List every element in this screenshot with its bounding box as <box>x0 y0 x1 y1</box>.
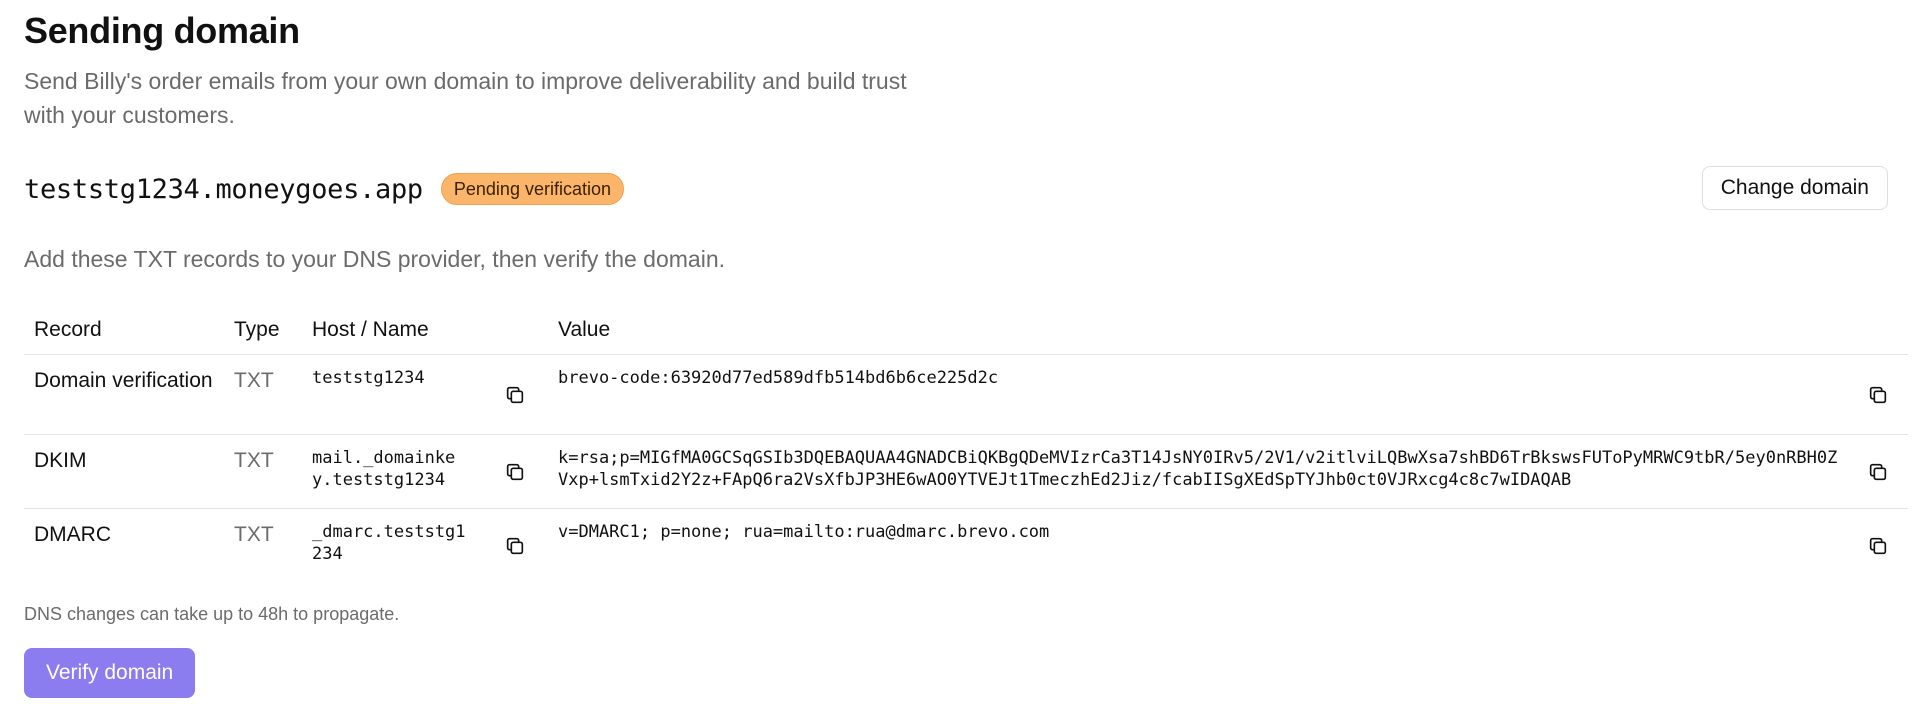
column-header-value: Value <box>548 306 1848 355</box>
record-host: teststg1234 <box>302 354 482 435</box>
status-badge: Pending verification <box>440 173 624 205</box>
record-name: Domain verification <box>24 354 224 435</box>
copy-icon <box>506 463 524 481</box>
copy-icon <box>1869 386 1887 404</box>
verify-domain-button[interactable]: Verify domain <box>24 648 196 698</box>
sending-domain-page: Sending domain Send Billy's order emails… <box>0 0 1920 711</box>
copy-host-button[interactable] <box>500 531 530 561</box>
record-value: v=DMARC1; p=none; rua=mailto:rua@dmarc.b… <box>558 522 1050 542</box>
dns-records-table: Record Type Host / Name Value Domain ver… <box>24 306 1908 583</box>
dns-instructions: Add these TXT records to your DNS provid… <box>24 246 725 272</box>
page-title: Sending domain <box>24 10 300 51</box>
record-value: k=rsa;p=MIGfMA0GCSqGSIb3DQEBAQUAA4GNADCB… <box>548 434 1848 509</box>
copy-icon <box>506 538 524 555</box>
copy-icon <box>1869 463 1887 481</box>
copy-icon <box>1869 538 1887 555</box>
table-row: DMARC TXT _dmarc.teststg1234 v=DMARC1; p… <box>24 509 1908 583</box>
copy-host-button[interactable] <box>500 457 530 487</box>
domain-row: teststg1234.moneygoes.app Pending verifi… <box>24 172 624 206</box>
record-name: DKIM <box>24 434 224 509</box>
table-row: Domain verification TXT teststg1234 brev… <box>24 354 1908 435</box>
domain-name: teststg1234.moneygoes.app <box>24 173 423 205</box>
column-header-host-copy <box>482 306 548 355</box>
subtitle-line-2: with your customers. <box>24 102 235 128</box>
record-value: brevo-code:63920d77ed589dfb514bd6b6ce225… <box>548 354 1848 435</box>
page-subtitle: Send Billy's order emails from your own … <box>24 64 984 132</box>
column-header-host: Host / Name <box>302 306 482 355</box>
record-host: mail._domainkey.teststg1234 <box>302 434 482 509</box>
record-type: TXT <box>234 523 274 546</box>
record-host: _dmarc.teststg1234 <box>312 522 466 564</box>
record-name: DMARC <box>34 523 111 546</box>
record-type: TXT <box>224 434 302 509</box>
table-row: DKIM TXT mail._domainkey.teststg1234 k=r… <box>24 434 1908 509</box>
record-type: TXT <box>224 354 302 435</box>
copy-value-button[interactable] <box>1863 531 1893 561</box>
copy-value-button[interactable] <box>1863 457 1893 487</box>
copy-icon <box>506 386 524 404</box>
subtitle-line-1: Send Billy's order emails from your own … <box>24 68 907 94</box>
column-header-type: Type <box>224 306 302 355</box>
table-header-row: Record Type Host / Name Value <box>24 306 1908 355</box>
column-header-record: Record <box>24 306 224 355</box>
column-header-value-copy <box>1848 306 1908 355</box>
change-domain-button[interactable]: Change domain <box>1701 166 1888 210</box>
copy-host-button[interactable] <box>500 380 530 410</box>
copy-value-button[interactable] <box>1863 380 1893 410</box>
propagation-note: DNS changes can take up to 48h to propag… <box>24 604 400 624</box>
